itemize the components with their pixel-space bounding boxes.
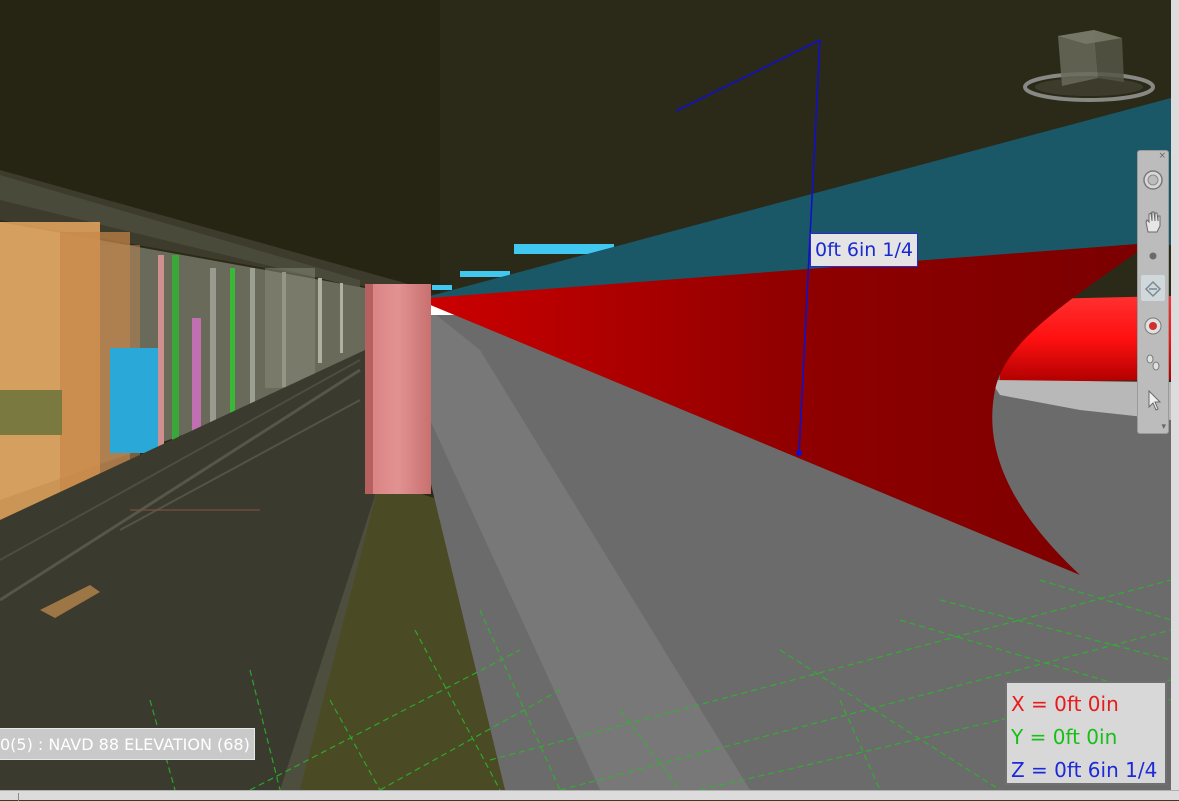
full-navigation-wheel-icon[interactable]: [1141, 167, 1165, 193]
pipe-gray: [318, 278, 322, 363]
3d-scene[interactable]: [0, 0, 1171, 790]
pan-icon[interactable]: [1141, 209, 1165, 235]
coord-x-value: X = 0ft 0in: [1011, 692, 1119, 716]
pipe-gray: [340, 283, 343, 353]
pipe-green: [230, 268, 235, 418]
pipe-pink: [158, 255, 164, 465]
duct: [265, 268, 315, 388]
pipe-gray: [250, 268, 255, 413]
coordinate-readout: X = 0ft 0in Y = 0ft 0in Z = 0ft 6in 1/4: [1005, 681, 1167, 785]
measure-point: [796, 450, 802, 456]
viewcube-icon[interactable]: [1022, 28, 1156, 104]
far-pipe-cyan: [432, 285, 452, 290]
select-icon[interactable]: [1141, 387, 1165, 413]
column-pink: [365, 284, 431, 494]
viewport-right-border: [1171, 0, 1179, 800]
status-bar: [0, 790, 1179, 801]
column-pink-side: [365, 284, 373, 494]
navbar-menu-icon[interactable]: ▾: [1161, 422, 1166, 432]
orbit-icon[interactable]: [1141, 275, 1165, 301]
measurement-distance-label: 0ft 6in 1/4: [810, 233, 918, 267]
coord-y-value: Y = 0ft 0in: [1011, 725, 1118, 749]
navbar-close-icon[interactable]: ×: [1158, 151, 1166, 161]
far-pipe-cyan: [460, 271, 510, 277]
coord-z-value: Z = 0ft 6in 1/4: [1011, 758, 1158, 782]
3d-viewport[interactable]: 0ft 6in 1/4 0(5) : NAVD 88 ELEVATION (68…: [0, 0, 1171, 790]
walk-icon[interactable]: [1141, 349, 1165, 375]
equipment-box: [0, 390, 62, 435]
look-around-icon[interactable]: [1141, 313, 1165, 339]
zoom-icon[interactable]: [1141, 243, 1165, 269]
level-label: 0(5) : NAVD 88 ELEVATION (68): [0, 728, 255, 760]
equipment-cyan: [110, 348, 162, 453]
navigation-bar: × ▾: [1137, 150, 1169, 434]
